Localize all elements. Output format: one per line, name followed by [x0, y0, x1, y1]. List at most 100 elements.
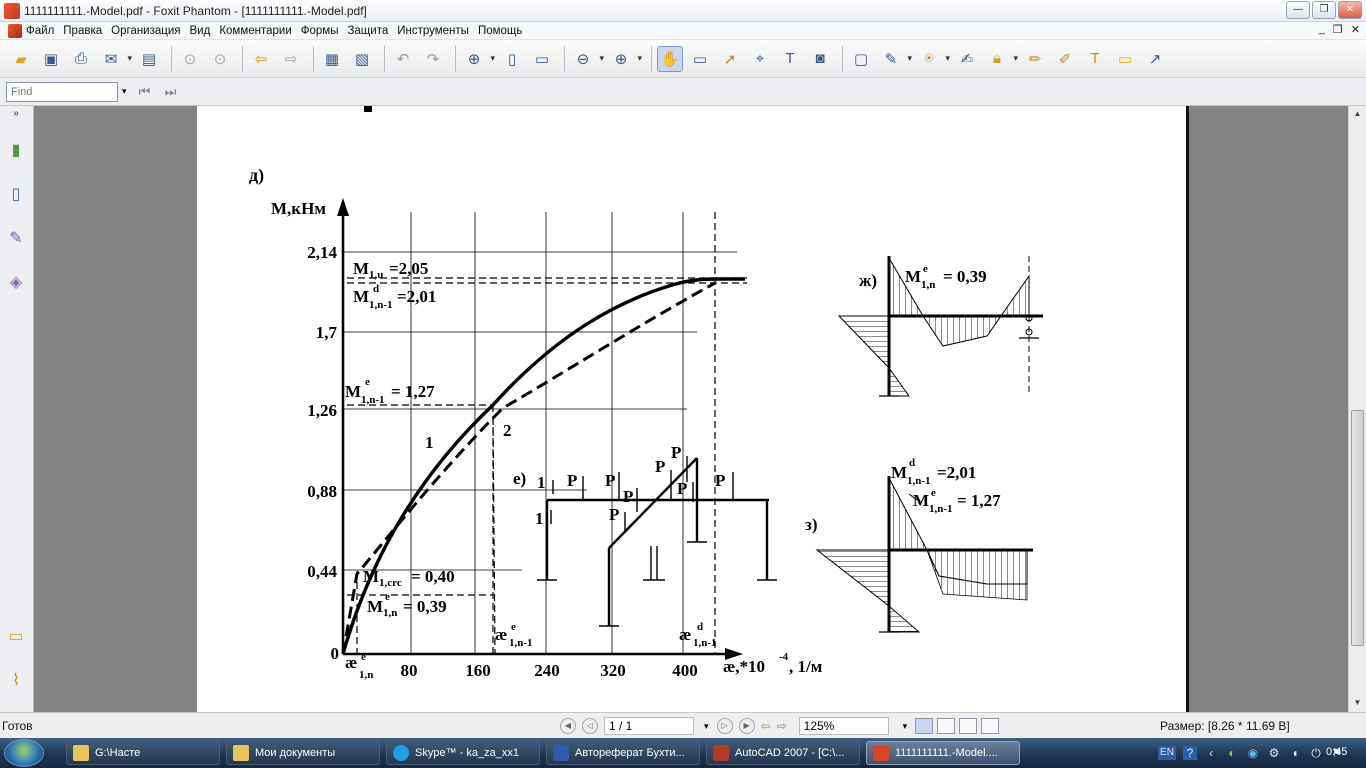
page-number-field[interactable]: 1 / 1	[604, 717, 694, 735]
svg-text:d: d	[697, 621, 703, 633]
menu-comments[interactable]: Комментарии	[219, 25, 291, 37]
comments-panel-icon[interactable]: ✎	[6, 228, 26, 250]
first-page-icon[interactable]: ◀	[560, 718, 576, 734]
maximize-button[interactable]: ❐	[1312, 1, 1336, 19]
antivirus-icon[interactable]: ◉	[1246, 746, 1260, 760]
back-arrow-icon[interactable]: ⇦	[248, 46, 274, 72]
menu-view[interactable]: Вид	[190, 25, 211, 37]
taskbar-item-foxit[interactable]: 1111111111.-Model....	[866, 741, 1020, 765]
redo-icon[interactable]: ↷	[420, 46, 446, 72]
volume-icon[interactable]: ◖	[1288, 746, 1302, 760]
zoom-in-icon[interactable]: ⊕	[461, 46, 495, 72]
pages-icon[interactable]: ▯	[6, 184, 26, 206]
power-icon[interactable]: ⏻	[1309, 746, 1323, 760]
taskbar-item-skype[interactable]: Skype™ - ka_za_xx1	[386, 741, 540, 765]
insert-pages-icon[interactable]: ▧	[349, 46, 375, 72]
svg-text:1,n-1: 1,n-1	[907, 475, 931, 487]
document-icon[interactable]	[8, 23, 22, 38]
highlight-icon[interactable]: ✏	[1022, 46, 1048, 72]
single-page-layout-icon[interactable]	[915, 718, 934, 734]
mdi-minimize-button[interactable]: _	[1319, 23, 1325, 36]
notes-panel-icon[interactable]: ▭	[6, 626, 26, 648]
taskbar-item-folder[interactable]: G:\Насте	[66, 741, 220, 765]
next-view-icon[interactable]: ⇨	[777, 719, 787, 733]
scroll-down-icon[interactable]: ⊙	[207, 46, 233, 72]
menu-forms[interactable]: Формы	[301, 25, 339, 37]
save-icon[interactable]: ▣	[38, 46, 64, 72]
start-button[interactable]	[4, 739, 44, 767]
menu-edit[interactable]: Правка	[63, 25, 102, 37]
taskbar-item-documents[interactable]: Мои документы	[226, 741, 380, 765]
scrollbar-thumb[interactable]	[1351, 410, 1364, 646]
find-next-icon[interactable]: ⏭	[161, 82, 181, 102]
forward-arrow-icon[interactable]: ⇨	[278, 46, 304, 72]
previous-page-icon[interactable]: ◁	[582, 718, 598, 734]
sign-icon[interactable]: ✎	[878, 46, 912, 72]
next-page-icon[interactable]: ▷	[716, 718, 733, 734]
attachments-icon[interactable]: ⌇	[6, 670, 26, 692]
facing-layout-icon[interactable]	[959, 718, 978, 734]
snapshot-icon[interactable]: ◙	[807, 46, 833, 72]
menu-file[interactable]: Файл	[26, 25, 54, 37]
text-select-icon[interactable]: ▭	[687, 46, 713, 72]
minimize-button[interactable]: —	[1286, 1, 1310, 19]
mdi-close-button[interactable]: ✕	[1351, 23, 1360, 36]
menu-tools[interactable]: Инструменты	[397, 25, 469, 37]
svg-text:e: e	[365, 376, 370, 388]
zoom-dropdown-icon[interactable]: ▾	[903, 721, 908, 732]
hand-tool-icon[interactable]: ✋	[657, 45, 683, 72]
fit-width-icon[interactable]: ▭	[529, 46, 555, 72]
arrow-tool-icon[interactable]: ↗	[1142, 46, 1168, 72]
last-page-icon[interactable]: ▶	[738, 718, 755, 734]
email-icon[interactable]: ✉	[98, 46, 132, 72]
document-view[interactable]: д) М,кНм 2,14 1,7 1,26 0,88 0,44 0 80 16…	[34, 106, 1348, 712]
text-box-icon[interactable]: T	[1082, 46, 1108, 72]
comment-icon[interactable]: ▭	[1112, 46, 1138, 72]
extract-pages-icon[interactable]: ▦	[319, 46, 345, 72]
taskbar-item-word[interactable]: Автореферат Бухти...	[546, 741, 700, 765]
layers-icon[interactable]: ◈	[6, 272, 26, 294]
scroll-up-icon[interactable]: ⊙	[177, 46, 203, 72]
menu-protect[interactable]: Защита	[347, 25, 388, 37]
menu-organize[interactable]: Организация	[111, 25, 180, 37]
clock[interactable]: 0:45	[1326, 746, 1347, 758]
find-previous-icon[interactable]: ⏮	[135, 82, 155, 102]
tray-expand-icon[interactable]: ‹	[1204, 746, 1218, 760]
mdi-restore-button[interactable]: ❐	[1333, 23, 1343, 36]
stamp-icon[interactable]: ⍟	[916, 46, 950, 72]
page-dropdown-icon[interactable]: ▾	[704, 721, 709, 732]
binoculars-icon[interactable]: ⌖	[747, 46, 773, 72]
zoom-in-circle-icon[interactable]: ⊕	[608, 46, 642, 72]
bookmarks-icon[interactable]: ▮	[6, 140, 26, 162]
svg-text:е): е)	[513, 469, 526, 488]
note-pencil-icon[interactable]: ✐	[1052, 46, 1078, 72]
scroll-down-arrow[interactable]: ▼	[1349, 695, 1366, 711]
close-button[interactable]: ✕	[1338, 1, 1362, 19]
fit-page-icon[interactable]: ▯	[499, 46, 525, 72]
open-folder-icon[interactable]: ▰	[8, 46, 34, 72]
zoom-out-circle-icon[interactable]: ⊖	[570, 46, 604, 72]
scroll-up-arrow[interactable]: ▲	[1349, 106, 1366, 122]
lock-icon[interactable]: 🔒︎	[984, 46, 1018, 72]
zoom-level-field[interactable]: 125%	[798, 717, 889, 735]
help-icon[interactable]: ?	[1183, 746, 1197, 760]
find-options-dropdown[interactable]: ▾	[122, 86, 127, 97]
device-icon[interactable]: ⚙	[1267, 746, 1281, 760]
network-icon[interactable]: ◐	[1225, 746, 1239, 760]
language-indicator[interactable]: EN	[1158, 746, 1176, 760]
select-arrow-icon[interactable]: ➚	[717, 46, 743, 72]
continuous-layout-icon[interactable]	[937, 718, 956, 734]
menu-help[interactable]: Помощь	[478, 25, 522, 37]
expand-panel-icon[interactable]: »	[6, 108, 26, 130]
print-icon[interactable]: ⎙	[68, 46, 94, 72]
previous-view-icon[interactable]: ⇦	[761, 719, 771, 733]
scanner-icon[interactable]: ▤	[136, 46, 162, 72]
find-input[interactable]	[6, 81, 118, 102]
typewriter-icon[interactable]: T	[777, 46, 803, 72]
undo-icon[interactable]: ↶	[390, 46, 416, 72]
taskbar-item-autocad[interactable]: AutoCAD 2007 - [C:\...	[706, 741, 860, 765]
vertical-scrollbar[interactable]: ▲ ▼	[1348, 106, 1366, 712]
form-field-icon[interactable]: ▢	[848, 46, 874, 72]
certify-icon[interactable]: ✍	[954, 46, 980, 72]
continuous-facing-layout-icon[interactable]	[981, 718, 1000, 734]
